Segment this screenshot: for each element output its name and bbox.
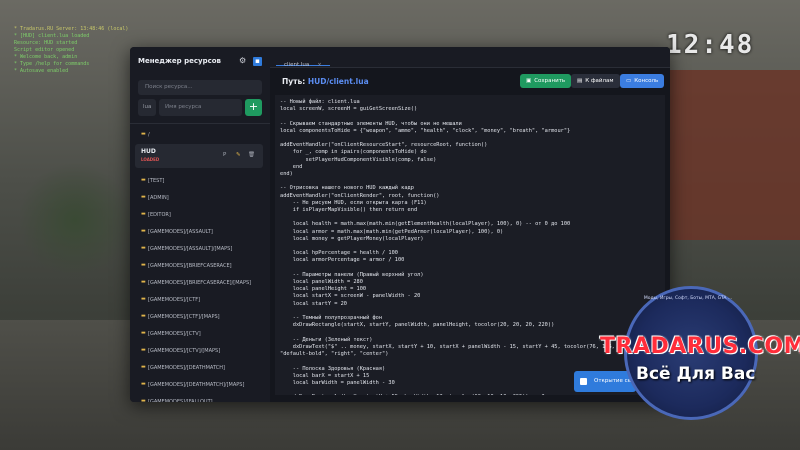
sidebar-header: Менеджер ресурсов ⚙ ▪ bbox=[138, 57, 262, 69]
path-value: HUD/client.lua bbox=[307, 77, 369, 86]
folder-icon: ▬ bbox=[141, 347, 146, 353]
folder-item[interactable]: ▬ [ADMIN] bbox=[138, 192, 262, 204]
extension-value: lua bbox=[143, 104, 152, 110]
chat-line: * Type /help for commands bbox=[14, 61, 90, 67]
folder-item[interactable]: ▬ [EDITOR] bbox=[138, 209, 262, 221]
console-icon: ▭ bbox=[626, 78, 632, 84]
search-input[interactable]: Поиск ресурса... bbox=[138, 80, 262, 95]
folder-label: [GAMEMODES]/[BRIEFCASERACE] bbox=[148, 263, 232, 269]
sidebar-divider bbox=[130, 123, 270, 124]
hud-clock: 12:48 bbox=[666, 30, 755, 60]
tab-label: client.lua bbox=[284, 62, 310, 68]
folder-label: [GAMEMODES]/[ASSAULT]/[MAPS] bbox=[148, 246, 233, 252]
folder-item[interactable]: ▬ [GAMEMODES]/[BRIEFCASERACE] bbox=[138, 260, 262, 272]
folder-item[interactable]: ▬ [GAMEMODES]/[ASSAULT] bbox=[138, 226, 262, 238]
back-to-files-button[interactable]: ▤ К файлам bbox=[571, 74, 620, 88]
save-label: Сохранить bbox=[534, 78, 566, 84]
folder-item[interactable]: ▬ [GAMEMODES]/[CTF] bbox=[138, 294, 262, 306]
folder-icon: ▬ bbox=[141, 330, 146, 336]
folder-icon: ▬ bbox=[141, 245, 146, 251]
logo-tagline: Всё Для Вас bbox=[636, 364, 756, 384]
folder-label: [GAMEMODES]/[CTF]/[MAPS] bbox=[148, 314, 220, 320]
folder-icon: ▬ bbox=[141, 131, 146, 137]
folder-label: [ADMIN] bbox=[148, 195, 169, 201]
game-background-tree bbox=[20, 160, 130, 280]
files-label: К файлам bbox=[585, 78, 614, 84]
extension-field[interactable]: lua bbox=[138, 99, 156, 116]
tab-bar: client.lua × bbox=[270, 47, 670, 68]
game-chat: * Tradarus.RU Server: 13:48:46 (local) * … bbox=[14, 26, 128, 75]
folder-icon: ▬ bbox=[141, 364, 146, 370]
chat-line: * Tradarus.RU Server: 13:48:46 (local) bbox=[14, 26, 129, 32]
resource-name: HUD bbox=[141, 148, 156, 155]
sidebar-title: Менеджер ресурсов bbox=[138, 57, 221, 65]
play-icon[interactable]: P bbox=[223, 152, 226, 158]
folder-item[interactable]: ▬ [GAMEMODES]/[CTV] bbox=[138, 328, 262, 340]
chat-line: * [HUD] client.lua loaded bbox=[14, 33, 90, 39]
sidebar: Менеджер ресурсов ⚙ ▪ Поиск ресурса... l… bbox=[130, 47, 270, 402]
folder-icon: ▬ bbox=[141, 228, 146, 234]
chat-line: Script editor opened bbox=[14, 47, 75, 53]
status-badge: LOADED bbox=[141, 157, 160, 162]
folder-label: [GAMEMODES]/[CTV]/[MAPS] bbox=[148, 348, 221, 354]
folder-icon: ▬ bbox=[141, 194, 146, 200]
chat-line: * Welcome back, admin bbox=[14, 54, 78, 60]
folder-label: [GAMEMODES]/[DEATHMATCH]/[MAPS] bbox=[148, 382, 245, 388]
folder-item[interactable]: ▬ [GAMEMODES]/[ASSAULT]/[MAPS] bbox=[138, 243, 262, 255]
console-button[interactable]: ▭ Консоль bbox=[620, 74, 665, 88]
chat-line: * Autosave enabled bbox=[14, 68, 69, 74]
console-label: Консоль bbox=[634, 78, 659, 84]
folder-item[interactable]: ▬ [GAMEMODES]/[CTV]/[MAPS] bbox=[138, 345, 262, 357]
folder-label: [EDITOR] bbox=[148, 212, 171, 218]
resource-manager-window: Менеджер ресурсов ⚙ ▪ Поиск ресурса... l… bbox=[130, 47, 670, 402]
folder-icon: ▬ bbox=[141, 313, 146, 319]
folder-label: [GAMEMODES]/[CTV] bbox=[148, 331, 201, 337]
gear-icon[interactable]: ⚙ bbox=[239, 57, 246, 65]
path-label: Путь: bbox=[282, 77, 306, 86]
resource-file-hud[interactable]: HUD LOADED P ✎ 🗑 bbox=[135, 144, 263, 168]
folder-label: [GAMEMODES]/[BRIEFCASERACE]/[MAPS] bbox=[148, 280, 252, 286]
tab-client-lua[interactable]: client.lua × bbox=[276, 51, 330, 68]
folder-root[interactable]: ▬ / bbox=[138, 129, 262, 141]
folder-icon: ▬ bbox=[141, 177, 146, 183]
folder-item[interactable]: ▬ [GAMEMODES]/[FALLOUT] bbox=[138, 396, 262, 402]
logo-brand: TRADARUS.COM bbox=[600, 334, 800, 359]
delete-icon[interactable]: 🗑 bbox=[248, 152, 255, 158]
watermark-logo: Моды, Игры, Софт, Боты, МТА, GTA ... TRA… bbox=[598, 286, 800, 436]
folder-item[interactable]: ▬ [TEST] bbox=[138, 175, 262, 187]
folder-icon: ▬ bbox=[141, 398, 146, 402]
folder-item[interactable]: ▬ [GAMEMODES]/[BRIEFCASERACE]/[MAPS] bbox=[138, 277, 262, 289]
create-resource-row: lua Имя ресурса + bbox=[138, 99, 262, 116]
folder-label: [TEST] bbox=[148, 178, 165, 184]
save-button[interactable]: ▣ Сохранить bbox=[520, 74, 572, 88]
folder-icon: ▬ bbox=[141, 211, 146, 217]
edit-icon[interactable]: ✎ bbox=[236, 152, 241, 158]
folder-item[interactable]: ▬ [GAMEMODES]/[DEATHMATCH] bbox=[138, 362, 262, 374]
folder-label: [GAMEMODES]/[DEATHMATCH] bbox=[148, 365, 225, 371]
folder-icon: ▬ bbox=[141, 262, 146, 268]
folder-label: / bbox=[148, 132, 150, 138]
resource-name-input[interactable]: Имя ресурса bbox=[159, 99, 242, 116]
folder-label: [GAMEMODES]/[FALLOUT] bbox=[148, 399, 213, 402]
game-background-house bbox=[660, 70, 800, 240]
folder-icon: ▬ bbox=[141, 381, 146, 387]
file-path: Путь: HUD/client.lua bbox=[282, 77, 369, 86]
folder-icon: ▬ bbox=[141, 296, 146, 302]
close-icon[interactable]: × bbox=[317, 62, 322, 68]
search-placeholder: Поиск ресурса... bbox=[145, 84, 193, 90]
folder-label: [GAMEMODES]/[CTF] bbox=[148, 297, 201, 303]
new-resource-icon[interactable]: ▪ bbox=[253, 57, 262, 66]
folder-item[interactable]: ▬ [GAMEMODES]/[DEATHMATCH]/[MAPS] bbox=[138, 379, 262, 391]
save-icon: ▣ bbox=[526, 78, 532, 84]
folder-icon: ▬ bbox=[141, 279, 146, 285]
folder-label: [GAMEMODES]/[ASSAULT] bbox=[148, 229, 213, 235]
chat-line: Resource: HUD started bbox=[14, 40, 78, 46]
resource-name-placeholder: Имя ресурса bbox=[165, 104, 202, 110]
logo-ring-text: Моды, Игры, Софт, Боты, МТА, GTA ... bbox=[643, 296, 733, 301]
folder-item[interactable]: ▬ [GAMEMODES]/[CTF]/[MAPS] bbox=[138, 311, 262, 323]
folder-icon: ▤ bbox=[577, 78, 583, 84]
session-icon bbox=[580, 378, 587, 385]
add-resource-button[interactable]: + bbox=[245, 99, 262, 116]
